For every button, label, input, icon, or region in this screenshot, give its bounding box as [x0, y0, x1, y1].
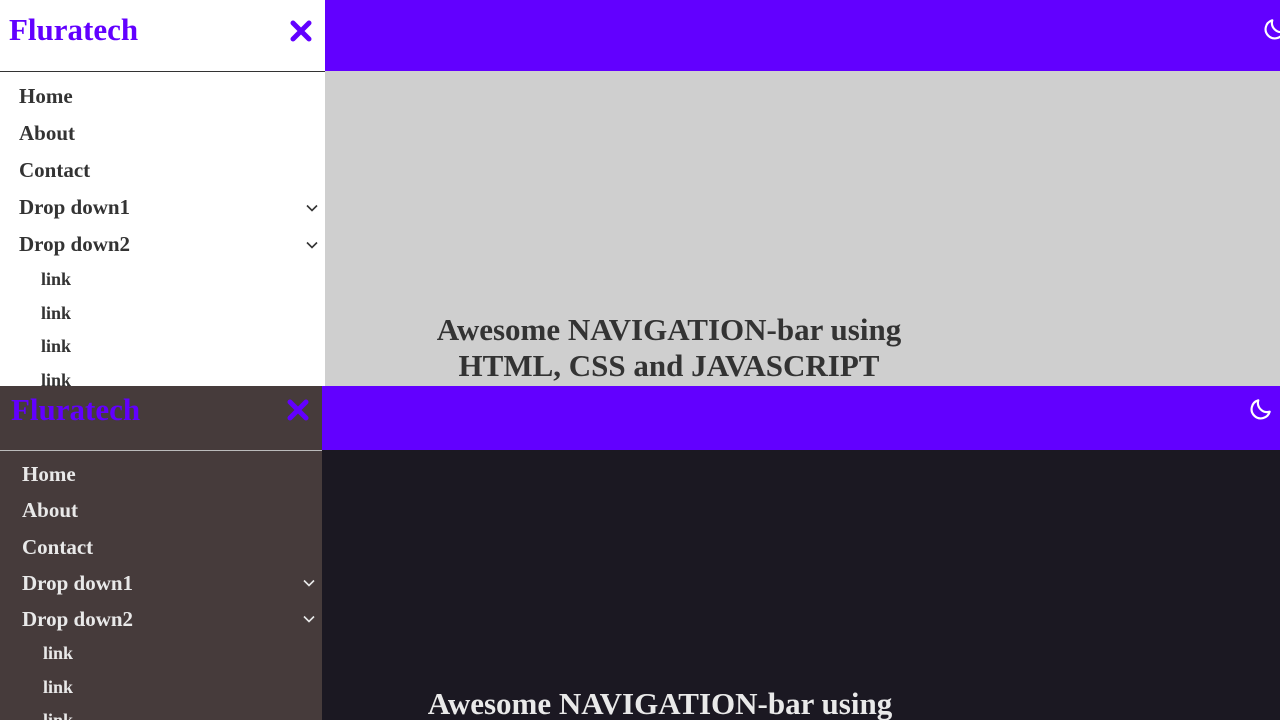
hero-line: Awesome NAVIGATION-bar using: [427, 686, 893, 720]
sidebar-header: Fluratech: [0, 386, 322, 451]
submenu-link[interactable]: link: [0, 297, 325, 331]
menu-item-dropdown1[interactable]: Drop down1: [0, 565, 322, 601]
menu-item-label: Drop down2: [19, 232, 131, 256]
chevron-down-icon[interactable]: [305, 201, 319, 215]
menu-item-home[interactable]: Home: [0, 78, 325, 115]
moon-icon[interactable]: [1262, 16, 1280, 42]
hero-line: Awesome NAVIGATION-bar using: [436, 312, 902, 347]
submenu-link[interactable]: link: [0, 671, 322, 704]
menu-item-about[interactable]: About: [0, 115, 325, 152]
menu-item-label: About: [22, 498, 79, 523]
close-icon[interactable]: [286, 398, 310, 422]
sidebar-menu: Home About Contact Drop down1 Drop down2…: [0, 72, 325, 386]
hero-title: Awesome NAVIGATION-bar using: [360, 686, 960, 720]
menu-item-label: Drop down1: [22, 570, 134, 595]
brand-logo[interactable]: Fluratech: [11, 392, 140, 428]
submenu-link[interactable]: link: [0, 330, 325, 364]
menu-item-home[interactable]: Home: [0, 456, 322, 492]
sidebar: Fluratech Home About Contact Drop down1 …: [0, 0, 325, 386]
menu-item-label: Home: [22, 462, 76, 486]
menu-item-about[interactable]: About: [0, 492, 322, 528]
sidebar: Fluratech Home About Contact Drop down1 …: [0, 386, 322, 720]
menu-item-dropdown2[interactable]: Drop down2: [0, 601, 322, 637]
brand-logo[interactable]: Fluratech: [9, 12, 138, 48]
menu-item-contact[interactable]: Contact: [0, 529, 322, 565]
menu-item-contact[interactable]: Contact: [0, 152, 325, 189]
menu-item-dropdown1[interactable]: Drop down1: [0, 189, 325, 226]
top-navbar: [322, 386, 1280, 450]
chevron-down-icon[interactable]: [305, 238, 319, 252]
light-theme-screen: Fluratech Home About Contact Drop down1 …: [0, 0, 1280, 386]
menu-item-label: Contact: [22, 534, 94, 559]
hero-line: HTML, CSS and JAVASCRIPT: [458, 348, 880, 383]
menu-item-label: Contact: [19, 158, 91, 182]
submenu-link[interactable]: link: [0, 704, 322, 720]
menu-item-label: Drop down2: [22, 607, 134, 632]
sidebar-header: Fluratech: [0, 0, 325, 72]
hero-title: Awesome NAVIGATION-bar using HTML, CSS a…: [369, 312, 969, 384]
sidebar-menu: Home About Contact Drop down1 Drop down2…: [0, 451, 322, 720]
submenu-link[interactable]: link: [0, 263, 325, 297]
menu-item-label: About: [19, 121, 76, 145]
chevron-down-icon[interactable]: [302, 576, 316, 590]
moon-icon[interactable]: [1248, 396, 1274, 422]
close-icon[interactable]: [289, 19, 313, 43]
top-navbar: [325, 0, 1280, 71]
submenu-link[interactable]: link: [0, 364, 325, 386]
menu-item-label: Home: [19, 84, 73, 108]
chevron-down-icon[interactable]: [302, 612, 316, 626]
dark-theme-screen: Fluratech Home About Contact Drop down1 …: [0, 386, 1280, 720]
menu-item-label: Drop down1: [19, 195, 131, 219]
submenu-link[interactable]: link: [0, 637, 322, 670]
menu-item-dropdown2[interactable]: Drop down2: [0, 226, 325, 263]
